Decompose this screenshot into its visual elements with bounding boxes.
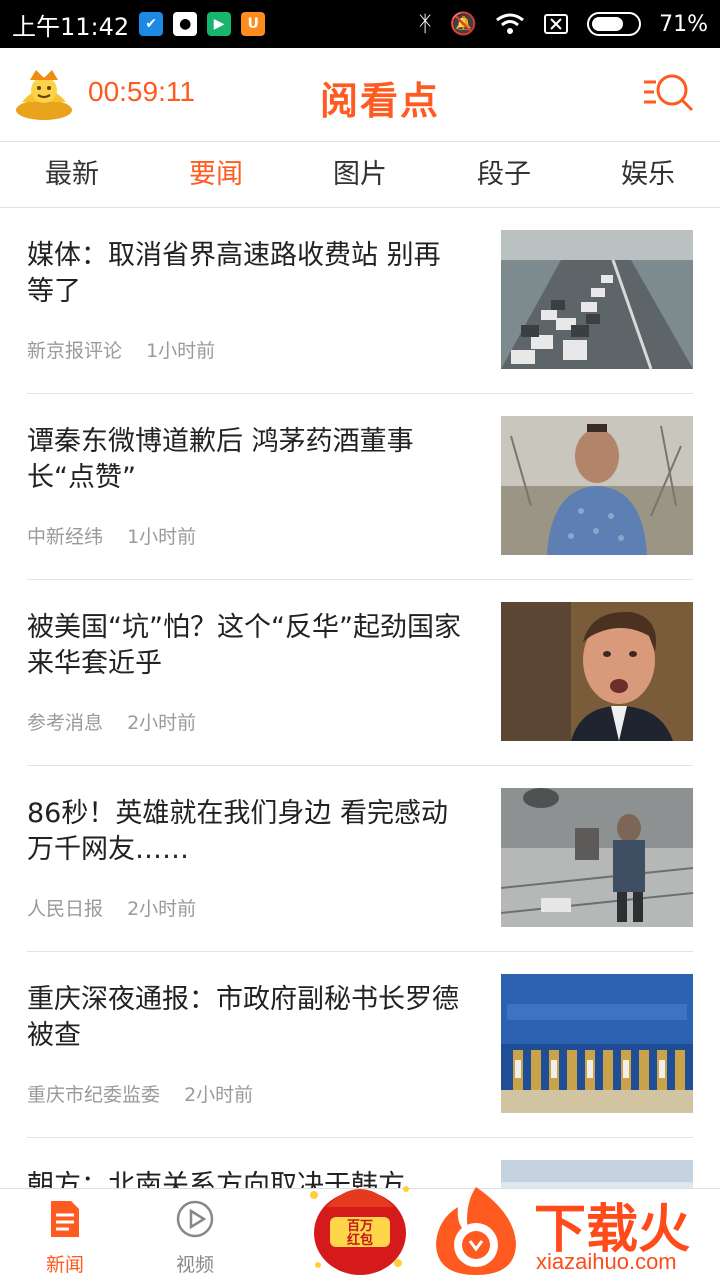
red-packet-bonus-icon[interactable]: 百万 红包 [300,1167,420,1279]
tab-entertainment[interactable]: 娱乐 [576,142,720,207]
tab-jokes[interactable]: 段子 [432,142,576,207]
play-circle-icon [176,1200,214,1238]
news-title[interactable]: 86秒！英雄就在我们身边 看完感动万千网友…… [27,796,465,868]
watermark-domain: xiazaihuo.com [536,1249,677,1274]
news-time: 2小时前 [184,1084,254,1106]
news-item[interactable]: 谭秦东微博道歉后 鸿茅药酒董事长“点赞” 中新经纬 1小时前 [27,394,693,580]
xiazaihuo-watermark: 下载火 xiazaihuo.com [424,1183,720,1280]
nav-news-label: 新闻 [45,1254,84,1276]
tab-headlines[interactable]: 要闻 [144,142,288,207]
nav-video[interactable]: 视频 [150,1199,240,1277]
reading-timer: 00:59:11 [88,76,195,107]
news-meta: 参考消息 2小时前 [27,708,214,735]
news-title[interactable]: 媒体：取消省界高速路收费站 别再等了 [27,238,465,310]
news-time: 2小时前 [127,898,197,920]
news-item[interactable]: 媒体：取消省界高速路收费站 别再等了 新京报评论 1小时前 [27,208,693,394]
gold-ingot-icon[interactable] [14,66,74,122]
battery-fill [592,17,624,31]
news-thumbnail[interactable] [501,788,693,927]
status-time: 上午11:42 [12,12,130,41]
news-source: 人民日报 [27,898,104,920]
nav-news[interactable]: 新闻 [20,1199,110,1277]
svg-text:红包: 红包 [347,1232,373,1248]
news-meta: 新京报评论 1小时前 [27,336,233,363]
mute-icon: 🔕 [449,11,478,37]
battery-icon [587,12,642,36]
news-thumbnail[interactable] [501,230,693,369]
flame-logo-icon [436,1187,516,1275]
news-time: 1小时前 [127,526,197,548]
bottom-nav: 新闻 视频 百万 红包 下载火 xiazaihuo.com [0,1186,720,1280]
news-doc-icon [51,1201,79,1237]
svg-text:百万: 百万 [347,1219,373,1234]
news-source: 重庆市纪委监委 [27,1084,161,1106]
wifi-icon [496,13,525,34]
news-item[interactable]: 被美国“坑”怕？这个“反华”起劲国家来华套近乎 参考消息 2小时前 [27,580,693,766]
nav-video-label: 视频 [175,1254,214,1276]
play-app-icon: ▶ [207,12,232,36]
news-item[interactable]: 86秒！英雄就在我们身边 看完感动万千网友…… 人民日报 2小时前 [27,766,693,952]
news-time: 1小时前 [146,340,216,362]
news-source: 新京报评论 [27,340,123,362]
news-source: 中新经纬 [27,526,104,548]
news-meta: 人民日报 2小时前 [27,894,214,921]
news-item[interactable]: 重庆深夜通报：市政府副秘书长罗德被查 重庆市纪委监委 2小时前 [27,952,693,1138]
news-time: 2小时前 [127,712,197,734]
category-tabs: 最新 要闻 图片 段子 娱乐 [0,142,720,208]
status-right: ᛡ 🔕 71% [418,12,708,37]
news-title[interactable]: 谭秦东微博道歉后 鸿茅药酒董事长“点赞” [27,424,465,496]
news-thumbnail[interactable] [501,416,693,555]
status-bar: 上午11:42 ✔ ● ▶ U ᛡ 🔕 71% [0,0,720,48]
bluetooth-icon: ᛡ [418,11,432,37]
tab-latest[interactable]: 最新 [0,142,144,207]
tab-pictures[interactable]: 图片 [288,142,432,207]
battery-percent: 71% [659,11,708,37]
news-meta: 中新经纬 1小时前 [27,522,214,549]
app-logo: 阅看点 [319,79,440,123]
news-meta: 重庆市纪委监委 2小时前 [27,1080,271,1107]
news-feed: 媒体：取消省界高速路收费站 别再等了 新京报评论 1小时前 谭秦东微博道歉后 鸿… [0,208,720,1188]
uc-app-icon: U [241,12,266,36]
app-header: 00:59:11 阅看点 [0,48,720,142]
news-title[interactable]: 重庆深夜通报：市政府副秘书长罗德被查 [27,982,465,1054]
news-title[interactable]: 被美国“坑”怕？这个“反华”起劲国家来华套近乎 [27,610,465,682]
no-sim-icon [544,14,569,34]
status-left: 上午11:42 ✔ ● ▶ U [12,7,266,42]
news-source: 参考消息 [27,712,104,734]
shield-app-icon: ✔ [139,12,164,36]
news-thumbnail[interactable] [501,602,693,741]
menu-search-icon[interactable] [642,72,694,116]
news-thumbnail[interactable] [501,974,693,1113]
qq-icon: ● [173,12,198,36]
